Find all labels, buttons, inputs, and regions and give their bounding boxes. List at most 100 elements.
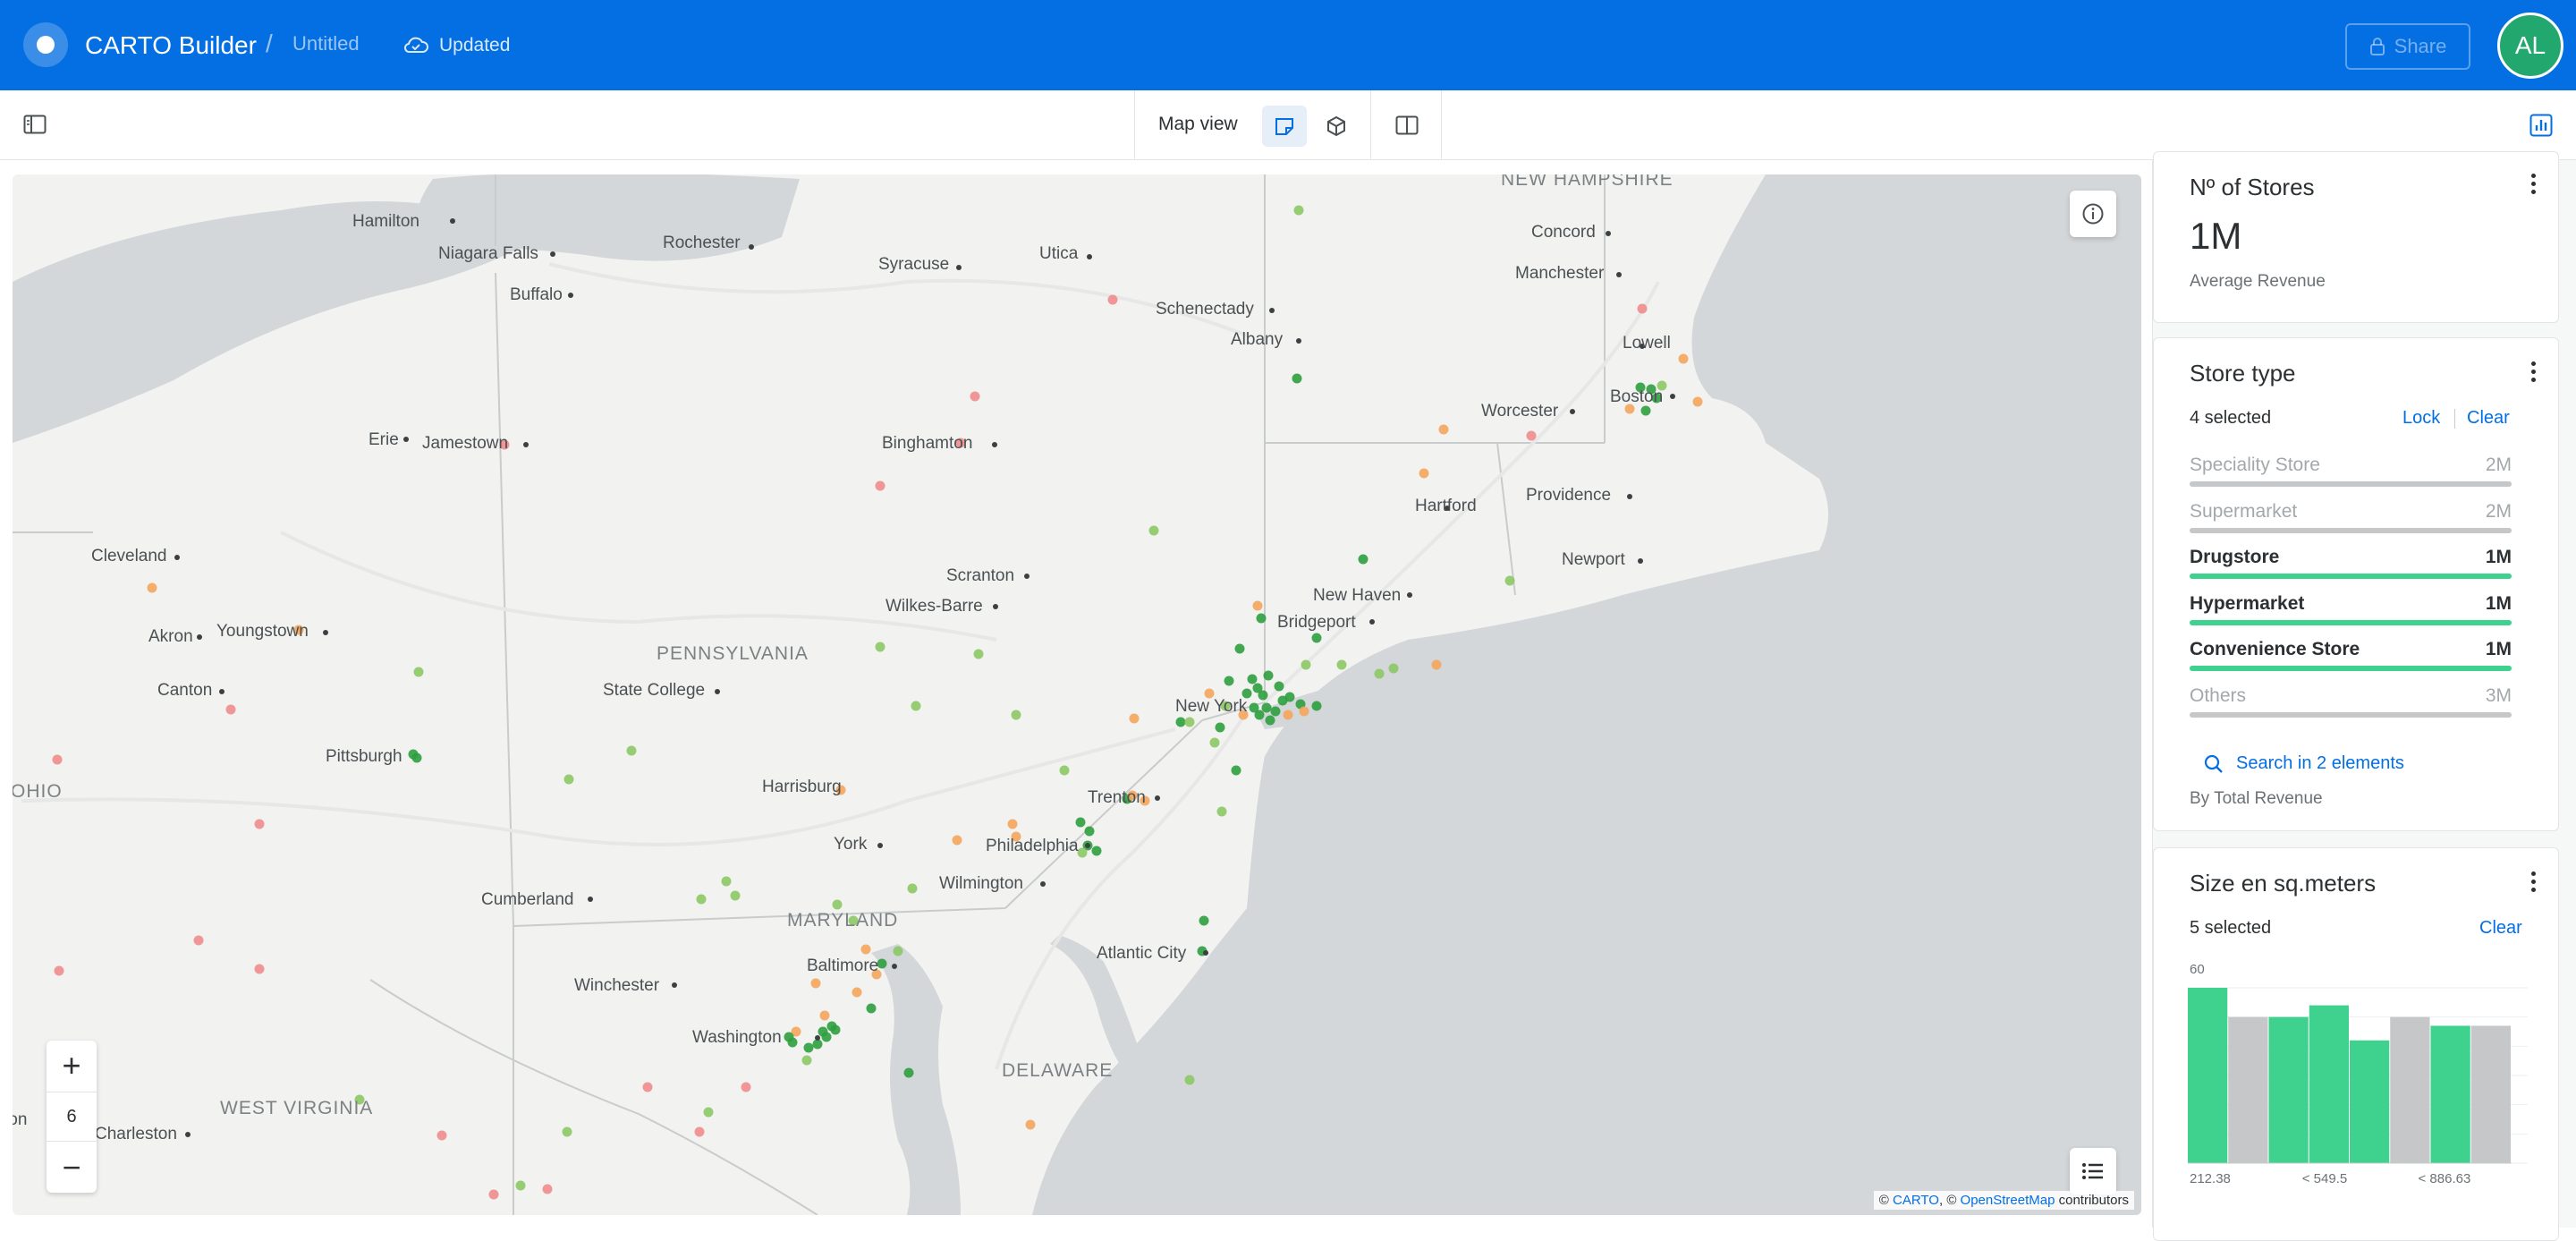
stores-menu-icon[interactable] [2524,170,2542,197]
category-row[interactable]: Convenience Store 1M [2190,639,2512,680]
size-histogram[interactable]: 60 212.38 < 549.5 < 886.63 [2181,956,2538,1188]
store-point[interactable] [564,774,574,785]
store-point[interactable] [254,819,265,829]
store-point[interactable] [225,704,236,715]
store-point[interactable] [875,642,886,652]
store-point[interactable] [413,667,424,677]
legend-button[interactable] [2070,1148,2116,1194]
store-point[interactable] [54,965,64,976]
store-point[interactable] [1311,701,1322,711]
store-point[interactable] [1184,1075,1195,1085]
store-point[interactable] [694,1126,705,1137]
store-point[interactable] [721,876,732,887]
store-point[interactable] [1301,659,1311,670]
store-point[interactable] [1336,659,1347,670]
store-point[interactable] [703,1107,714,1118]
store-point[interactable] [1284,692,1295,702]
store-point[interactable] [1311,633,1322,643]
store-point[interactable] [1640,405,1651,416]
histogram-bar[interactable] [2470,1025,2511,1163]
store-point[interactable] [696,894,707,905]
store-point[interactable] [1299,706,1309,717]
histogram-bar[interactable] [2188,988,2228,1163]
store-point[interactable] [1261,702,1272,713]
store-point[interactable] [193,935,204,946]
store-point[interactable] [830,1024,841,1035]
store-point[interactable] [741,1082,751,1092]
store-point[interactable] [1419,468,1429,479]
histogram-bar[interactable] [2268,1016,2309,1163]
store-point[interactable] [1209,737,1220,748]
store-point[interactable] [1692,396,1703,407]
store-point[interactable] [1256,613,1267,624]
store-point[interactable] [1388,663,1399,674]
store-point[interactable] [1148,525,1159,536]
category-row[interactable]: Speciality Store 2M [2190,455,2512,496]
store-type-menu-icon[interactable] [2524,358,2542,385]
histogram-bar[interactable] [2309,1005,2349,1163]
store-point[interactable] [860,944,871,955]
store-point[interactable] [812,1039,823,1050]
store-point[interactable] [1252,600,1263,611]
store-point[interactable] [1224,676,1234,686]
store-point[interactable] [1077,847,1088,858]
store-point[interactable] [52,754,63,765]
map-info-button[interactable] [2070,191,2116,237]
store-point[interactable] [784,1032,794,1042]
store-point[interactable] [1263,670,1274,681]
store-point[interactable] [1234,643,1245,654]
carto-link[interactable]: CARTO [1893,1193,1939,1208]
split-view-button[interactable] [1370,90,1442,160]
histogram-bar[interactable] [2350,1040,2390,1163]
store-point[interactable] [952,835,962,846]
category-row[interactable]: Hypermarket 1M [2190,593,2512,634]
store-point[interactable] [1358,554,1368,565]
store-point[interactable] [1084,826,1095,837]
zoom-in-button[interactable]: + [47,1041,97,1091]
store-point[interactable] [1526,430,1537,441]
store-point[interactable] [866,1003,877,1014]
category-row[interactable]: Others 3M [2190,685,2512,727]
category-row[interactable]: Supermarket 2M [2190,501,2512,542]
store-point[interactable] [1215,722,1225,733]
store-point[interactable] [1247,674,1258,684]
store-point[interactable] [642,1082,653,1092]
share-button[interactable]: Share [2345,23,2470,70]
zoom-out-button[interactable]: − [47,1143,97,1193]
store-point[interactable] [515,1180,526,1191]
store-point[interactable] [730,890,741,901]
store-point[interactable] [803,1042,814,1053]
store-point[interactable] [411,752,422,763]
store-point[interactable] [1265,715,1275,726]
store-point[interactable] [911,701,921,711]
widgets-icon[interactable] [2529,114,2553,137]
store-point[interactable] [875,480,886,491]
store-point[interactable] [1175,717,1186,727]
store-point[interactable] [832,899,843,910]
store-point[interactable] [1274,681,1284,692]
map-canvas[interactable]: NEW HAMPSHIRE Hamilton Niagara Falls Roc… [13,174,2141,1215]
store-point[interactable] [1199,915,1209,926]
carto-logo[interactable] [23,22,68,67]
map-name[interactable]: Untitled [292,32,360,55]
category-row[interactable]: Drugstore 1M [2190,547,2512,588]
store-point[interactable] [1249,702,1259,713]
store-point[interactable] [1504,575,1515,586]
store-point[interactable] [1438,424,1449,435]
lock-button[interactable]: Lock [2402,408,2440,429]
user-avatar[interactable]: AL [2497,13,2563,79]
search-elements-button[interactable]: Search in 2 elements [2204,753,2404,774]
store-point[interactable] [810,978,821,989]
store-point[interactable] [1270,706,1281,717]
store-point[interactable] [973,649,984,659]
store-point[interactable] [1431,659,1442,670]
store-point[interactable] [907,883,918,894]
store-point[interactable] [852,987,862,998]
store-point[interactable] [147,582,157,593]
store-point[interactable] [1293,205,1304,216]
store-point[interactable] [893,946,903,956]
store-point[interactable] [488,1189,499,1200]
panel-toggle-icon[interactable] [23,114,47,135]
store-point[interactable] [1283,710,1293,720]
store-point[interactable] [801,1055,812,1066]
